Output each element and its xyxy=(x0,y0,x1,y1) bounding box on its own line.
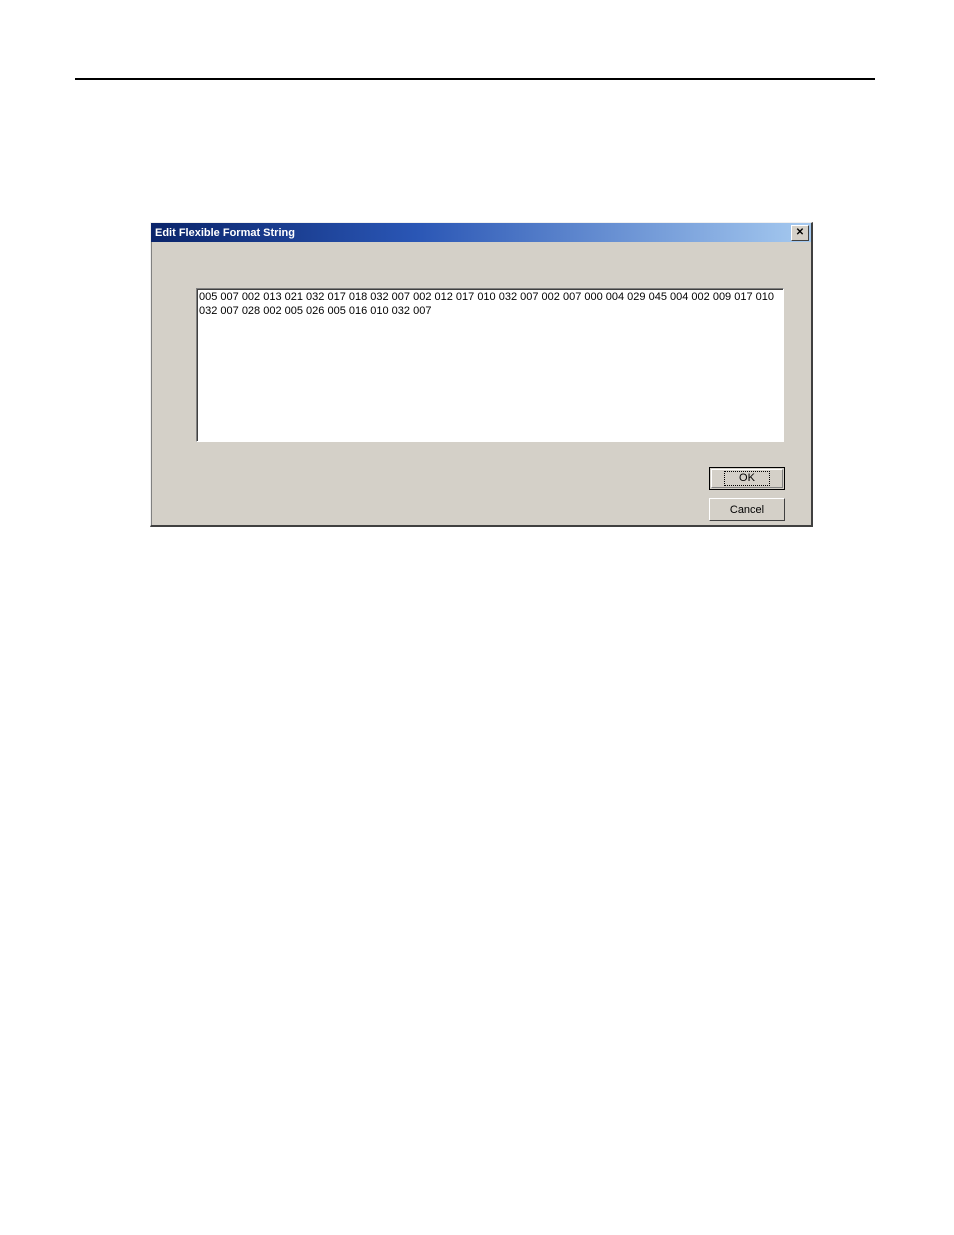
cancel-button-label: Cancel xyxy=(730,504,764,516)
close-icon: ✕ xyxy=(796,228,804,238)
dialog-client-area: 005 007 002 013 021 032 017 018 032 007 … xyxy=(151,242,811,525)
close-button[interactable]: ✕ xyxy=(791,225,809,241)
dialog-title: Edit Flexible Format String xyxy=(155,227,295,239)
window-controls: ✕ xyxy=(791,225,809,241)
cancel-button[interactable]: Cancel xyxy=(709,498,785,521)
ok-button[interactable]: OK xyxy=(709,467,785,490)
dialog-titlebar[interactable]: Edit Flexible Format String ✕ xyxy=(151,223,811,242)
edit-flexible-format-string-dialog: Edit Flexible Format String ✕ 005 007 00… xyxy=(150,222,813,527)
ok-button-label: OK xyxy=(724,471,770,486)
horizontal-rule xyxy=(75,78,875,80)
format-string-field-frame: 005 007 002 013 021 032 017 018 032 007 … xyxy=(196,288,784,442)
format-string-textarea[interactable]: 005 007 002 013 021 032 017 018 032 007 … xyxy=(197,289,783,441)
